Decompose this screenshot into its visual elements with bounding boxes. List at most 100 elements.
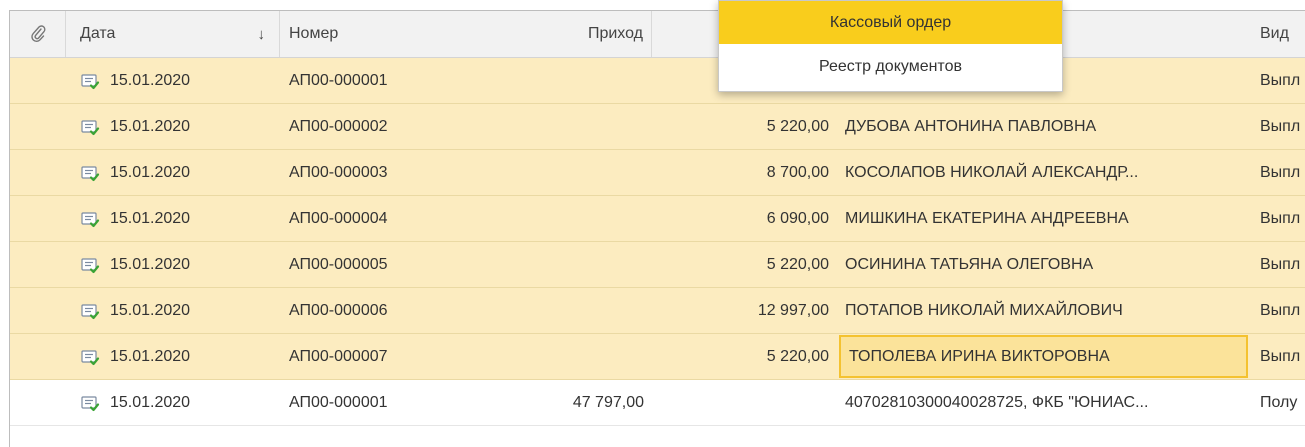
cell-attachment[interactable] — [10, 58, 66, 103]
cell-type: Полу — [1260, 393, 1298, 411]
cell-date: 15.01.2020 — [110, 71, 191, 89]
cell-type-container[interactable]: Выпл — [1256, 104, 1305, 149]
column-header-attachment[interactable] — [10, 11, 66, 57]
cell-date-container[interactable]: 15.01.2020 — [66, 196, 280, 241]
paperclip-icon — [30, 25, 45, 42]
cell-income-container[interactable] — [500, 242, 652, 287]
cell-expense-container[interactable]: 6 090,00 — [652, 196, 837, 241]
cell-number: АП00-000003 — [289, 163, 388, 181]
table-row[interactable]: 15.01.2020 АП00-000004 6 090,00 МИШКИНА ЕКА… — [10, 196, 1305, 242]
cell-date-container[interactable]: 15.01.2020 — [66, 58, 280, 103]
cell-number: АП00-000001 — [289, 393, 388, 411]
cell-counterparty-container[interactable]: ОСИНИНА ТАТЬЯНА ОЛЕГОВНА — [837, 242, 1256, 287]
cell-type-container[interactable]: Выпл — [1256, 196, 1305, 241]
cell-attachment[interactable] — [10, 196, 66, 241]
cell-type-container[interactable]: Выпл — [1256, 288, 1305, 333]
cell-type-container[interactable]: Выпл — [1256, 150, 1305, 195]
table-row[interactable]: 15.01.2020 АП00-000003 8 700,00 КОСОЛАПОВ Н… — [10, 150, 1305, 196]
table-row[interactable]: 15.01.2020АП00-000001ПЕТРОВИЧВыпл — [10, 58, 1305, 104]
cell-type: Выпл — [1260, 301, 1301, 319]
cell-date: 15.01.2020 — [110, 209, 191, 227]
cell-expense: 6 090,00 — [766, 209, 829, 227]
cell-expense-container[interactable]: 5 220,00 — [652, 334, 837, 379]
cell-expense-container[interactable]: 8 700,00 — [652, 150, 837, 195]
cell-type-container[interactable]: Выпл — [1256, 242, 1305, 287]
cell-date: 15.01.2020 — [110, 255, 191, 273]
cell-income-container[interactable] — [500, 196, 652, 241]
cash-document-posted-icon — [80, 163, 100, 183]
cell-date-container[interactable]: 15.01.2020 — [66, 242, 280, 287]
cell-type: Выпл — [1260, 71, 1301, 89]
cell-expense: 5 220,00 — [766, 255, 829, 273]
cash-document-posted-icon — [80, 301, 100, 321]
table-row[interactable]: 15.01.2020 АП00-000006 12 997,00 ПОТАПОВ НИ… — [10, 288, 1305, 334]
menu-item-cash-order[interactable]: Кассовый ордер — [719, 1, 1062, 44]
cell-type-container[interactable]: Выпл — [1256, 58, 1305, 103]
cell-date: 15.01.2020 — [110, 301, 191, 319]
table-row[interactable]: 15.01.2020 АП00-000005 5 220,00 ОСИНИНА ТАТ… — [10, 242, 1305, 288]
column-header-date-label: Дата — [80, 25, 116, 42]
cell-number: АП00-000007 — [289, 347, 388, 365]
column-header-date[interactable]: Дата ↓ — [66, 11, 280, 57]
cell-income-container[interactable] — [500, 58, 652, 103]
cell-expense-container[interactable]: 5 220,00 — [652, 104, 837, 149]
cell-date: 15.01.2020 — [110, 117, 191, 135]
cell-expense-container[interactable] — [652, 380, 837, 425]
cash-document-posted-icon — [80, 347, 100, 367]
cell-expense-container[interactable]: 12 997,00 — [652, 288, 837, 333]
cash-document-posted-icon — [80, 71, 100, 91]
cell-type-container[interactable]: Полу — [1256, 380, 1305, 425]
cell-date: 15.01.2020 — [110, 393, 191, 411]
cell-date-container[interactable]: 15.01.2020 — [66, 334, 280, 379]
cell-income-container[interactable]: 47 797,00 — [500, 380, 652, 425]
cell-income: 47 797,00 — [572, 393, 644, 411]
cell-expense: 5 220,00 — [766, 117, 829, 135]
table-row[interactable]: 15.01.2020 АП00-000002 5 220,00 ДУБОВА АНТО… — [10, 104, 1305, 150]
cell-income-container[interactable] — [500, 150, 652, 195]
column-header-type[interactable]: Вид — [1256, 11, 1305, 57]
table-row[interactable]: 15.01.2020 АП00-000007 5 220,00 ТОПОЛЕВА ИР… — [10, 334, 1305, 380]
menu-item-document-register-label: Реестр документов — [819, 58, 962, 75]
cell-expense-container[interactable]: 5 220,00 — [652, 242, 837, 287]
cell-type-container[interactable]: Выпл — [1256, 334, 1305, 379]
cell-date-container[interactable]: 15.01.2020 — [66, 380, 280, 425]
cell-attachment[interactable] — [10, 150, 66, 195]
menu-item-document-register[interactable]: Реестр документов — [719, 49, 1062, 85]
cell-date-container[interactable]: 15.01.2020 — [66, 150, 280, 195]
cell-date-container[interactable]: 15.01.2020 — [66, 288, 280, 333]
cell-attachment[interactable] — [10, 104, 66, 149]
cell-counterparty-container[interactable]: МИШКИНА ЕКАТЕРИНА АНДРЕЕВНА — [837, 196, 1256, 241]
cell-counterparty: 40702810300040028725, ФКБ "ЮНИАС... — [845, 393, 1149, 411]
cell-type: Выпл — [1260, 117, 1301, 135]
cell-counterparty: МИШКИНА ЕКАТЕРИНА АНДРЕЕВНА — [845, 209, 1129, 227]
cell-type: Выпл — [1260, 163, 1301, 181]
print-popup-menu: Кассовый ордер Реестр документов — [718, 0, 1063, 92]
cell-number: АП00-000002 — [289, 117, 388, 135]
cash-document-posted-icon — [80, 209, 100, 229]
cell-expense: 8 700,00 — [766, 163, 829, 181]
cell-counterparty-container[interactable]: 40702810300040028725, ФКБ "ЮНИАС... — [837, 380, 1256, 425]
cell-counterparty: КОСОЛАПОВ НИКОЛАЙ АЛЕКСАНДР... — [845, 163, 1139, 181]
cell-counterparty-container[interactable]: КОСОЛАПОВ НИКОЛАЙ АЛЕКСАНДР... — [837, 150, 1256, 195]
cell-date-container[interactable]: 15.01.2020 — [66, 104, 280, 149]
cell-type: Выпл — [1260, 347, 1301, 365]
cash-document-posted-icon — [80, 255, 100, 275]
focused-counterparty-cell[interactable]: ТОПОЛЕВА ИРИНА ВИКТОРОВНА — [839, 335, 1248, 378]
cell-attachment[interactable] — [10, 334, 66, 379]
cell-attachment[interactable] — [10, 242, 66, 287]
cell-number: АП00-000001 — [289, 71, 388, 89]
cell-income-container[interactable] — [500, 334, 652, 379]
cell-income-container[interactable] — [500, 104, 652, 149]
column-header-number-label: Номер — [289, 25, 339, 42]
cell-attachment[interactable] — [10, 288, 66, 333]
cell-attachment[interactable] — [10, 380, 66, 425]
column-header-income[interactable]: Приход — [500, 11, 652, 57]
cell-income-container[interactable] — [500, 288, 652, 333]
cell-type: Выпл — [1260, 209, 1301, 227]
cell-type: Выпл — [1260, 255, 1301, 273]
cell-counterparty-container[interactable]: ДУБОВА АНТОНИНА ПАВЛОВНА — [837, 104, 1256, 149]
documents-table: Дата ↓ Номер Приход Вид 15.01.2020 АП00-0… — [9, 10, 1305, 447]
cell-counterparty-container[interactable]: ПОТАПОВ НИКОЛАЙ МИХАЙЛОВИЧ — [837, 288, 1256, 333]
cash-document-posted-icon — [80, 117, 100, 137]
table-row[interactable]: 15.01.2020 АП00-000001 47 797,00 4070281030… — [10, 380, 1305, 426]
